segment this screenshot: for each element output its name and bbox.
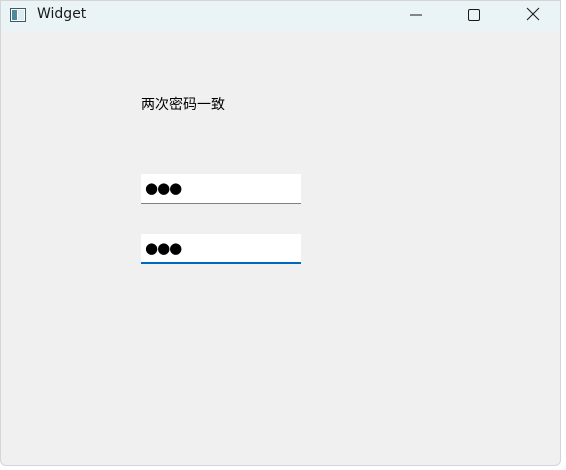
minimize-icon: [410, 6, 422, 25]
password-match-label: 两次密码一致: [141, 97, 225, 113]
widget-window: Widget 两次密码一致 ●●● ●●●: [0, 0, 561, 466]
confirm-password-masked-value: ●●●: [145, 238, 182, 257]
window-title: Widget: [37, 6, 87, 22]
maximize-button[interactable]: [451, 1, 497, 29]
confirm-password-field[interactable]: ●●●: [141, 234, 301, 264]
close-icon: [526, 6, 540, 25]
close-button[interactable]: [510, 1, 556, 29]
minimize-button[interactable]: [393, 1, 439, 29]
password-masked-value: ●●●: [145, 179, 182, 197]
title-bar[interactable]: Widget: [1, 1, 560, 31]
app-window-icon: [10, 7, 26, 22]
maximize-icon: [468, 6, 480, 25]
password-field[interactable]: ●●●: [141, 174, 301, 204]
